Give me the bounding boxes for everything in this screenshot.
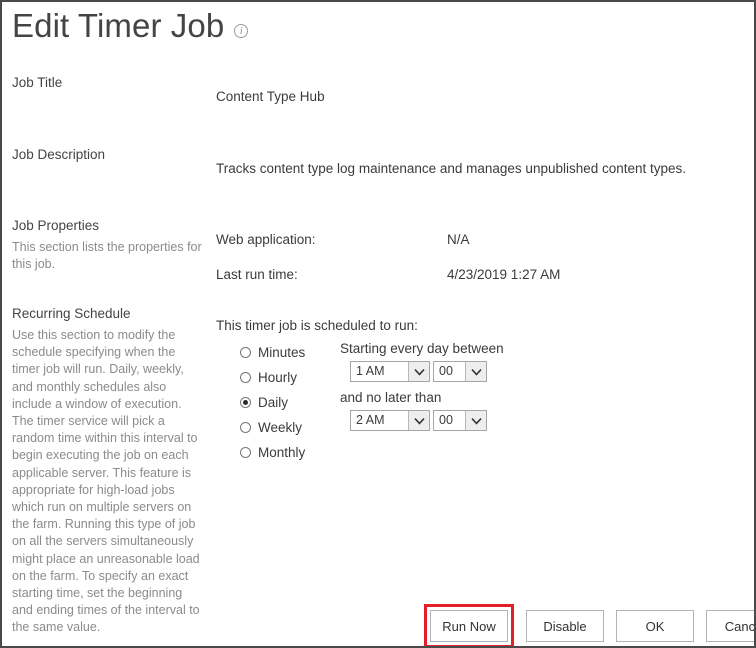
disable-button-wrap: Disable xyxy=(526,610,604,642)
job-description-value: Tracks content type log maintenance and … xyxy=(216,161,687,176)
radio-label: Minutes xyxy=(258,344,306,360)
dialog-button-bar: Run Now Disable OK Cancel xyxy=(424,604,754,646)
start-hour-value: 1 AM xyxy=(356,364,385,378)
radio-indicator xyxy=(240,447,251,458)
end-hour-value: 2 AM xyxy=(356,413,385,427)
ok-button-wrap: OK xyxy=(616,610,694,642)
page-title: Edit Timer Job xyxy=(12,7,225,44)
radio-label: Weekly xyxy=(258,419,303,435)
ok-button[interactable]: OK xyxy=(616,610,694,642)
cancel-button[interactable]: Cancel xyxy=(706,610,754,642)
page-header: Edit Timer Job i xyxy=(12,4,249,48)
radio-option-monthly[interactable]: Monthly xyxy=(240,440,305,465)
radio-label: Monthly xyxy=(258,444,306,460)
section-label-job-title: Job Title xyxy=(12,75,63,90)
last-run-time-label: Last run time: xyxy=(216,267,298,282)
cancel-button-wrap: Cancel xyxy=(706,610,754,642)
radio-option-minutes[interactable]: Minutes xyxy=(240,340,305,365)
end-minute-select[interactable]: 00 xyxy=(433,410,487,431)
end-minute-value: 00 xyxy=(439,413,453,427)
section-label-job-properties: Job Properties xyxy=(12,218,100,233)
schedule-frequency-radio-group: Minutes Hourly Daily Weekly Monthly xyxy=(240,340,305,465)
start-window-label: Starting every day between xyxy=(340,341,504,356)
radio-label: Daily xyxy=(258,394,289,410)
web-application-value: N/A xyxy=(447,232,470,247)
run-now-highlight: Run Now xyxy=(424,604,514,646)
job-title-value: Content Type Hub xyxy=(216,89,325,104)
start-time-row: 1 AM 00 xyxy=(350,361,487,382)
radio-option-hourly[interactable]: Hourly xyxy=(240,365,305,390)
start-hour-select[interactable]: 1 AM xyxy=(350,361,430,382)
radio-option-weekly[interactable]: Weekly xyxy=(240,415,305,440)
edit-timer-job-page: Edit Timer Job i Job Title Job Descripti… xyxy=(0,0,756,648)
radio-indicator xyxy=(240,372,251,383)
start-minute-value: 00 xyxy=(439,364,453,378)
end-hour-select[interactable]: 2 AM xyxy=(350,410,430,431)
info-icon[interactable]: i xyxy=(234,23,249,38)
disable-button[interactable]: Disable xyxy=(526,610,604,642)
radio-option-daily[interactable]: Daily xyxy=(240,390,305,415)
chevron-down-icon xyxy=(408,411,429,430)
chevron-down-icon xyxy=(465,411,486,430)
chevron-down-icon xyxy=(465,362,486,381)
last-run-time-value: 4/23/2019 1:27 AM xyxy=(447,267,561,282)
section-label-recurring-schedule: Recurring Schedule xyxy=(12,306,131,321)
radio-indicator xyxy=(240,347,251,358)
radio-indicator xyxy=(240,422,251,433)
section-description-recurring-schedule: Use this section to modify the schedule … xyxy=(12,328,200,635)
run-now-button[interactable]: Run Now xyxy=(430,610,508,642)
radio-indicator-selected xyxy=(240,397,251,408)
chevron-down-icon xyxy=(408,362,429,381)
end-window-label: and no later than xyxy=(340,390,442,405)
web-application-label: Web application: xyxy=(216,232,316,247)
end-time-row: 2 AM 00 xyxy=(350,410,487,431)
start-minute-select[interactable]: 00 xyxy=(433,361,487,382)
section-description-job-properties: This section lists the properties for th… xyxy=(12,240,202,272)
schedule-prompt: This timer job is scheduled to run: xyxy=(216,318,418,333)
section-label-job-description: Job Description xyxy=(12,147,106,162)
radio-label: Hourly xyxy=(258,369,298,385)
